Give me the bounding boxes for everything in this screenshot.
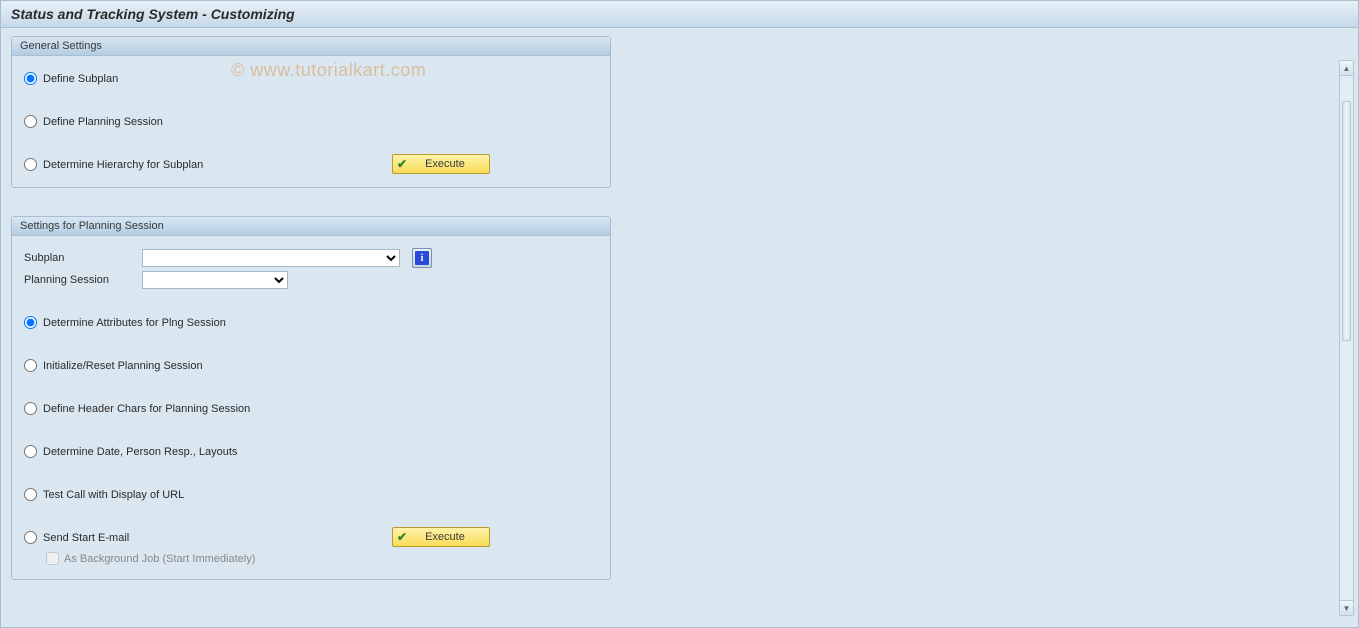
info-icon: i xyxy=(415,251,429,265)
spacer xyxy=(24,292,598,310)
planning-session-dropdown[interactable] xyxy=(142,271,288,289)
radio-label: Define Header Chars for Planning Session xyxy=(43,403,250,415)
radio-row-determine-hierarchy: Determine Hierarchy for Subplan ✔ Execut… xyxy=(24,158,598,171)
content-area: © www.tutorialkart.com General Settings … xyxy=(1,28,1358,626)
field-row-subplan: Subplan i xyxy=(24,248,598,268)
radio-send-email[interactable] xyxy=(24,531,37,544)
radio-determine-date[interactable] xyxy=(24,445,37,458)
panel-general-settings: General Settings Define Subplan Define P… xyxy=(11,36,611,188)
radio-label: Determine Attributes for Plng Session xyxy=(43,317,226,329)
checkbox-background-job[interactable] xyxy=(46,552,59,565)
radio-determine-attrs[interactable] xyxy=(24,316,37,329)
radio-row-define-subplan: Define Subplan xyxy=(24,72,598,85)
radio-row-define-session: Define Planning Session xyxy=(24,115,598,128)
radio-label: Determine Date, Person Resp., Layouts xyxy=(43,446,237,458)
radio-label: Initialize/Reset Planning Session xyxy=(43,360,203,372)
panel-header-general: General Settings xyxy=(12,37,610,56)
vertical-scrollbar[interactable]: ▲ ▼ xyxy=(1339,60,1354,616)
radio-determine-hierarchy[interactable] xyxy=(24,158,37,171)
checkbox-label: As Background Job (Start Immediately) xyxy=(64,553,255,565)
panel-body-general: Define Subplan Define Planning Session D… xyxy=(12,56,610,187)
panel-body-session: Subplan i Planning Session Determine Att… xyxy=(12,236,610,579)
radio-row-test-call: Test Call with Display of URL xyxy=(24,488,598,501)
checkbox-row-background-job: As Background Job (Start Immediately) xyxy=(46,552,598,565)
radio-row-define-header-chars: Define Header Chars for Planning Session xyxy=(24,402,598,415)
radio-label: Define Subplan xyxy=(43,73,118,85)
page-title: Status and Tracking System - Customizing xyxy=(1,1,1358,28)
field-row-planning-session: Planning Session xyxy=(24,270,598,290)
panel-header-session: Settings for Planning Session xyxy=(12,217,610,236)
execute-button-session[interactable]: ✔ Execute xyxy=(392,527,490,547)
radio-define-session[interactable] xyxy=(24,115,37,128)
radio-row-determine-attrs: Determine Attributes for Plng Session xyxy=(24,316,598,329)
check-icon: ✔ xyxy=(397,157,407,171)
radio-label: Determine Hierarchy for Subplan xyxy=(43,159,203,171)
scroll-up-icon[interactable]: ▲ xyxy=(1340,61,1353,76)
info-button[interactable]: i xyxy=(412,248,432,268)
execute-label: Execute xyxy=(425,158,465,170)
execute-button-general[interactable]: ✔ Execute xyxy=(392,154,490,174)
check-icon: ✔ xyxy=(397,530,407,544)
subplan-label: Subplan xyxy=(24,252,142,264)
scroll-handle[interactable] xyxy=(1342,101,1351,341)
radio-label: Send Start E-mail xyxy=(43,532,129,544)
radio-initialize-reset[interactable] xyxy=(24,359,37,372)
radio-row-initialize-reset: Initialize/Reset Planning Session xyxy=(24,359,598,372)
radio-define-header-chars[interactable] xyxy=(24,402,37,415)
radio-define-subplan[interactable] xyxy=(24,72,37,85)
radio-label: Test Call with Display of URL xyxy=(43,489,184,501)
panel-session-settings: Settings for Planning Session Subplan i … xyxy=(11,216,611,580)
execute-label: Execute xyxy=(425,531,465,543)
radio-row-send-email: Send Start E-mail ✔ Execute xyxy=(24,531,598,544)
subplan-dropdown[interactable] xyxy=(142,249,400,267)
radio-label: Define Planning Session xyxy=(43,116,163,128)
radio-row-determine-date: Determine Date, Person Resp., Layouts xyxy=(24,445,598,458)
scroll-down-icon[interactable]: ▼ xyxy=(1340,600,1353,615)
planning-session-label: Planning Session xyxy=(24,274,142,286)
radio-test-call[interactable] xyxy=(24,488,37,501)
